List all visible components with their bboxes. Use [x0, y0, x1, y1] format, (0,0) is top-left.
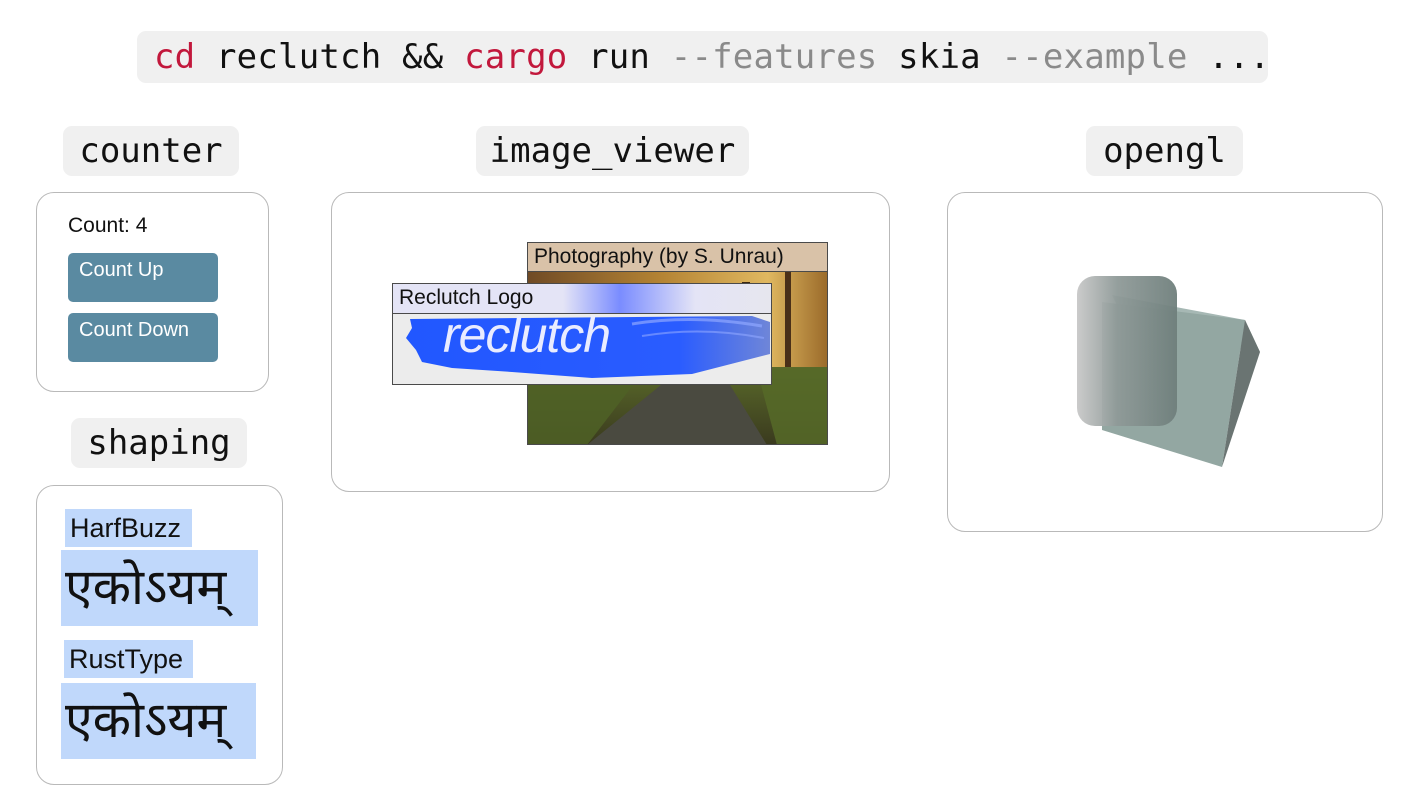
opengl-scene [1077, 276, 1260, 467]
counter-tag: counter [63, 126, 239, 176]
cmd-dir: reclutch [216, 37, 382, 77]
rusttype-sample: एकोऽयम् [61, 683, 256, 759]
opengl-tag: opengl [1086, 126, 1243, 176]
cmd-features-flag: --features [670, 37, 878, 77]
harfbuzz-sample: एकोऽयम् [61, 550, 258, 626]
cmd-run: run [588, 37, 651, 77]
photo-window-title[interactable]: Photography (by S. Unrau) [528, 243, 827, 272]
cmd-example-flag: --example [1001, 37, 1188, 77]
count-label: Count: 4 [68, 214, 148, 237]
command-line: cd reclutch && cargo run --features skia… [137, 31, 1271, 83]
logo-text: reclutch [443, 307, 611, 363]
cmd-ellipsis: ... [1208, 37, 1271, 77]
rusttype-label: RustType [64, 640, 193, 678]
cmd-and: && [402, 37, 444, 77]
shaping-tag: shaping [71, 418, 247, 468]
count-down-button[interactable]: Count Down [68, 313, 218, 362]
cmd-features-value: skia [898, 37, 981, 77]
logo-window[interactable]: Reclutch Logo reclutch [392, 283, 772, 385]
count-up-button[interactable]: Count Up [68, 253, 218, 302]
cmd-cd: cd [154, 37, 196, 77]
translucent-quad [1077, 276, 1177, 426]
harfbuzz-label: HarfBuzz [65, 509, 192, 547]
cmd-cargo: cargo [464, 37, 568, 77]
image-viewer-tag: image_viewer [476, 126, 749, 176]
